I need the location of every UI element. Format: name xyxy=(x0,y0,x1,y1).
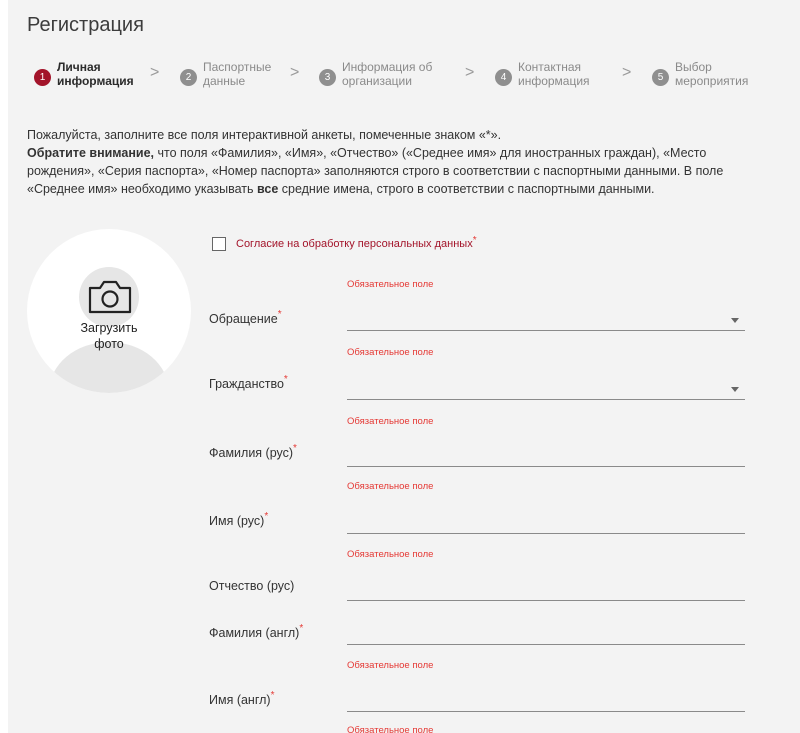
error-text: Обязательное поле xyxy=(347,416,434,427)
consent-row: Согласие на обработку персональных данны… xyxy=(212,235,477,251)
consent-label[interactable]: Согласие на обработку персональных данны… xyxy=(236,235,477,250)
all-bold: все xyxy=(257,182,279,196)
step-label: Информация об организации xyxy=(342,60,432,88)
patronymic-ru-input[interactable] xyxy=(347,584,745,601)
surname-en-label: Фамилия (англ)* xyxy=(209,623,304,640)
intro-notice: Обратите внимание, что поля «Фамилия», «… xyxy=(27,144,772,198)
step-label-line2: информация xyxy=(518,74,590,88)
page-title: Регистрация xyxy=(27,14,144,36)
step-label: Контактная информация xyxy=(518,60,590,88)
surname-ru-label-text: Фамилия (рус) xyxy=(209,446,294,460)
required-mark: * xyxy=(472,235,477,246)
name-en-input[interactable] xyxy=(347,695,745,712)
name-ru-input[interactable] xyxy=(347,517,745,534)
required-mark: * xyxy=(270,690,275,701)
required-mark: * xyxy=(293,443,297,454)
error-text: Обязательное поле xyxy=(347,481,434,492)
step-number: 2 xyxy=(180,69,197,86)
error-text: Обязательное поле xyxy=(347,279,434,290)
upload-photo-line1: Загрузить xyxy=(80,321,138,335)
salutation-select[interactable] xyxy=(347,314,745,331)
error-text: Обязательное поле xyxy=(347,725,434,733)
surname-en-label-text: Фамилия (англ) xyxy=(209,626,300,640)
consent-label-text: Согласие на обработку персональных данны… xyxy=(236,238,473,250)
step-number: 1 xyxy=(34,69,51,86)
surname-ru-label: Фамилия (рус)* xyxy=(209,443,297,460)
step-label-line2: организации xyxy=(342,74,412,88)
required-mark: * xyxy=(277,309,282,320)
error-text: Обязательное поле xyxy=(347,549,434,560)
step-number: 3 xyxy=(319,69,336,86)
step-label-line2: информация xyxy=(57,74,134,88)
required-mark: * xyxy=(299,623,304,634)
upload-photo-button[interactable]: Загрузить фото xyxy=(27,229,191,393)
upload-photo-label: Загрузить фото xyxy=(27,320,191,352)
name-ru-label: Имя (рус)* xyxy=(209,511,269,528)
step-label-line1: Контактная xyxy=(518,60,582,74)
step-organization-info[interactable]: 3 Информация об организации xyxy=(319,60,432,88)
dropdown-arrow-icon xyxy=(731,318,739,323)
surname-en-input[interactable] xyxy=(347,628,745,645)
step-number: 4 xyxy=(495,69,512,86)
surname-ru-input[interactable] xyxy=(347,450,745,467)
chevron-right-icon: > xyxy=(465,64,475,81)
salutation-label: Обращение* xyxy=(209,309,282,326)
intro-text: Пожалуйста, заполните все поля интеракти… xyxy=(27,126,772,198)
name-en-label: Имя (англ)* xyxy=(209,690,275,707)
camera-icon xyxy=(88,280,132,314)
step-label-line1: Личная xyxy=(57,60,101,74)
citizenship-label-text: Гражданство xyxy=(209,377,284,391)
required-mark: * xyxy=(264,511,269,522)
consent-checkbox[interactable] xyxy=(212,237,226,251)
step-label-line1: Паспортные xyxy=(203,60,272,74)
citizenship-label: Гражданство* xyxy=(209,374,288,391)
salutation-label-text: Обращение xyxy=(209,312,278,326)
step-label-line2: данные xyxy=(203,74,246,88)
chevron-right-icon: > xyxy=(622,64,632,81)
step-personal-info[interactable]: 1 Личная информация xyxy=(34,60,134,88)
step-number: 5 xyxy=(652,69,669,86)
step-contact-info[interactable]: 4 Контактная информация xyxy=(495,60,590,88)
step-label: Выбор мероприятия xyxy=(675,60,748,88)
name-en-label-text: Имя (англ) xyxy=(209,693,271,707)
step-label-line2: мероприятия xyxy=(675,74,749,88)
step-event-selection[interactable]: 5 Выбор мероприятия xyxy=(652,60,748,88)
step-label: Паспортные данные xyxy=(203,60,271,88)
citizenship-select[interactable] xyxy=(347,383,745,400)
required-mark: * xyxy=(283,374,288,385)
upload-photo-line2: фото xyxy=(94,337,124,351)
step-passport-data[interactable]: 2 Паспортные данные xyxy=(180,60,271,88)
error-text: Обязательное поле xyxy=(347,660,434,671)
chevron-right-icon: > xyxy=(290,64,300,81)
patronymic-ru-label: Отчество (рус) xyxy=(209,579,295,593)
registration-panel: Регистрация 1 Личная информация > 2 Пасп… xyxy=(8,0,800,733)
intro-line-1: Пожалуйста, заполните все поля интеракти… xyxy=(27,128,502,142)
error-text: Обязательное поле xyxy=(347,347,434,358)
dropdown-arrow-icon xyxy=(731,387,739,392)
attention-bold: Обратите внимание, xyxy=(27,146,154,160)
chevron-right-icon: > xyxy=(150,64,160,81)
step-label-line1: Выбор xyxy=(675,60,712,74)
step-label: Личная информация xyxy=(57,60,134,88)
intro-line-3: средние имена, строго в соответствии с п… xyxy=(278,182,655,196)
step-label-line1: Информация об xyxy=(342,60,433,74)
name-ru-label-text: Имя (рус) xyxy=(209,514,265,528)
